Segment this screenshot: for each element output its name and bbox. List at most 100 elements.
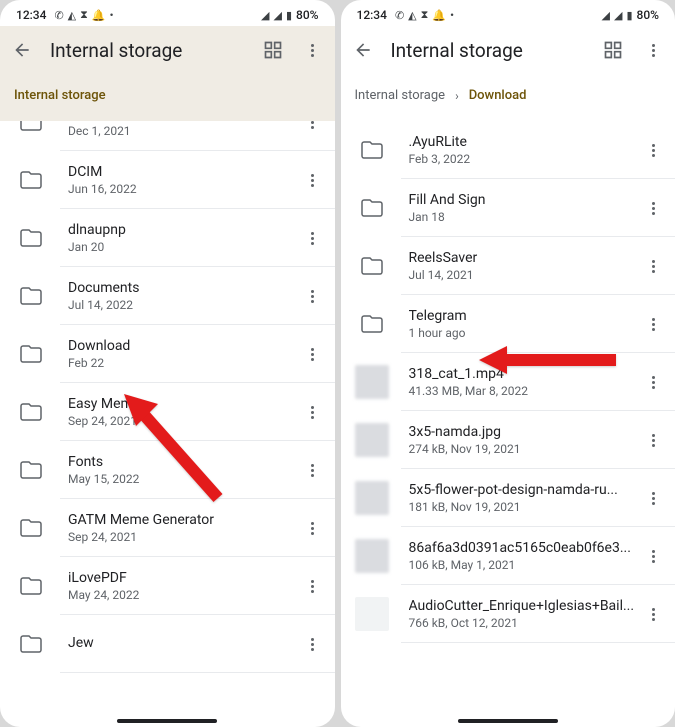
- battery-icon: ▮: [626, 9, 632, 22]
- item-name: Jew: [68, 635, 297, 651]
- overflow-menu-button[interactable]: [301, 38, 325, 62]
- back-button[interactable]: [10, 38, 34, 62]
- statusbar-time: 12:34: [16, 8, 46, 22]
- item-date: May 15, 2022: [68, 472, 297, 486]
- folder-icon: [14, 163, 48, 197]
- item-more-button[interactable]: [637, 550, 669, 563]
- folder-icon: [355, 249, 389, 283]
- item-name: .AyuRLite: [409, 134, 638, 150]
- item-more-button[interactable]: [297, 232, 329, 245]
- item-name: GATM Meme Generator: [68, 512, 297, 528]
- item-name: 5x5-flower-pot-design-namda-ru...: [409, 482, 638, 498]
- folder-item[interactable]: .AyuRLiteFeb 3, 2022: [341, 121, 675, 179]
- item-more-button[interactable]: [637, 318, 669, 331]
- item-date: Jan 20: [68, 240, 297, 254]
- grid-view-button[interactable]: [601, 38, 625, 62]
- file-item[interactable]: 86af6a3d0391ac5165c0eab0f6e3... 106 kB, M…: [341, 527, 675, 585]
- folder-item[interactable]: iLovePDFMay 24, 2022: [0, 557, 335, 615]
- folder-item[interactable]: dlnaupnpJan 20: [0, 209, 335, 267]
- statusbar-time: 12:34: [357, 8, 387, 22]
- item-name: ReelsSaver: [409, 250, 638, 266]
- dot-icon: •: [450, 9, 454, 22]
- breadcrumb-item[interactable]: Internal storage: [14, 88, 106, 103]
- notif-icon: ◭: [68, 9, 76, 22]
- battery-text: 80%: [296, 8, 318, 22]
- page-title: Internal storage: [50, 39, 245, 62]
- folder-item[interactable]: DocumentsJul 14, 2022: [0, 267, 335, 325]
- page-title: Internal storage: [391, 39, 586, 62]
- item-more-button[interactable]: [637, 260, 669, 273]
- item-more-button[interactable]: [297, 464, 329, 477]
- folder-icon: [14, 511, 48, 545]
- folder-item[interactable]: GATM Meme GeneratorSep 24, 2021: [0, 499, 335, 557]
- item-more-button[interactable]: [637, 434, 669, 447]
- back-button[interactable]: [351, 38, 375, 62]
- notif-icon-2: ⧗: [421, 8, 429, 22]
- item-more-button[interactable]: [297, 522, 329, 535]
- chevron-right-icon: ›: [455, 89, 459, 103]
- breadcrumb-item[interactable]: Internal storage: [355, 88, 446, 103]
- folder-icon: [14, 121, 48, 139]
- phone-left: 12:34 ✆ ◭ ⧗ 🔔 • ◢ ◢ ▮ 80% Internal stora…: [0, 0, 335, 727]
- item-more-button[interactable]: [297, 406, 329, 419]
- item-more-button[interactable]: [637, 202, 669, 215]
- file-item[interactable]: 318_cat_1.mp441.33 MB, Mar 8, 2022: [341, 353, 675, 411]
- wifi-icon: ◢: [602, 9, 610, 22]
- folder-item[interactable]: Easy MemeSep 24, 2021: [0, 383, 335, 441]
- item-more-button[interactable]: [297, 348, 329, 361]
- folder-item[interactable]: Jew: [0, 615, 335, 673]
- folder-item[interactable]: ReelsSaver Jul 14, 2021: [341, 237, 675, 295]
- wifi-icon: ◢: [261, 9, 269, 22]
- item-more-button[interactable]: [297, 290, 329, 303]
- item-meta: 106 kB, May 1, 2021: [409, 558, 638, 572]
- folder-item[interactable]: Daily Moments Dec 1, 2021: [0, 121, 335, 151]
- item-more-button[interactable]: [297, 174, 329, 187]
- item-date: Dec 1, 2021: [68, 124, 297, 138]
- image-thumbnail: [355, 423, 389, 457]
- signal-icon: ◢: [273, 9, 281, 22]
- item-name: iLovePDF: [68, 570, 297, 586]
- folder-icon: [14, 337, 48, 371]
- item-date: Sep 24, 2021: [68, 414, 297, 428]
- folder-item-download[interactable]: DownloadFeb 22: [0, 325, 335, 383]
- video-thumbnail: [355, 365, 389, 399]
- item-date: Jun 16, 2022: [68, 182, 297, 196]
- file-item[interactable]: 5x5-flower-pot-design-namda-ru... 181 kB,…: [341, 469, 675, 527]
- item-name: Telegram: [409, 308, 638, 324]
- folder-icon: [355, 133, 389, 167]
- item-more-button[interactable]: [637, 376, 669, 389]
- item-name: 3x5-namda.jpg: [409, 424, 638, 440]
- folder-icon: [355, 191, 389, 225]
- folder-item-telegram[interactable]: Telegram1 hour ago: [341, 295, 675, 353]
- item-more-button[interactable]: [637, 144, 669, 157]
- nav-handle[interactable]: [117, 719, 217, 723]
- item-name: Daily Moments: [68, 121, 297, 122]
- file-list: .AyuRLiteFeb 3, 2022 Fill And SignJan 18…: [341, 121, 675, 727]
- item-name: Fill And Sign: [409, 192, 638, 208]
- battery-icon: ▮: [286, 9, 292, 22]
- file-item[interactable]: AudioCutter_Enrique+Iglesias+Bail...766 …: [341, 585, 675, 643]
- item-more-button[interactable]: [637, 492, 669, 505]
- overflow-menu-button[interactable]: [641, 38, 665, 62]
- item-meta: 274 kB, Nov 19, 2021: [409, 442, 638, 456]
- folder-item[interactable]: Fonts May 15, 2022: [0, 441, 335, 499]
- item-name: 86af6a3d0391ac5165c0eab0f6e3...: [409, 540, 638, 556]
- grid-view-button[interactable]: [261, 38, 285, 62]
- item-more-button[interactable]: [297, 121, 329, 129]
- item-name: Fonts: [68, 454, 297, 470]
- breadcrumb-item[interactable]: Download: [469, 88, 527, 103]
- item-date: Jul 14, 2021: [409, 268, 638, 282]
- item-name: Documents: [68, 280, 297, 296]
- file-item[interactable]: 3x5-namda.jpg 274 kB, Nov 19, 2021: [341, 411, 675, 469]
- signal-icon: ◢: [614, 9, 622, 22]
- nav-handle[interactable]: [458, 719, 558, 723]
- item-more-button[interactable]: [297, 580, 329, 593]
- item-more-button[interactable]: [637, 608, 669, 621]
- item-meta: 181 kB, Nov 19, 2021: [409, 500, 638, 514]
- item-more-button[interactable]: [297, 638, 329, 651]
- item-name: 318_cat_1.mp4: [409, 366, 638, 382]
- folder-item[interactable]: DCIMJun 16, 2022: [0, 151, 335, 209]
- folder-item[interactable]: Fill And SignJan 18: [341, 179, 675, 237]
- breadcrumb: Internal storage: [0, 74, 335, 121]
- folder-icon: [355, 307, 389, 341]
